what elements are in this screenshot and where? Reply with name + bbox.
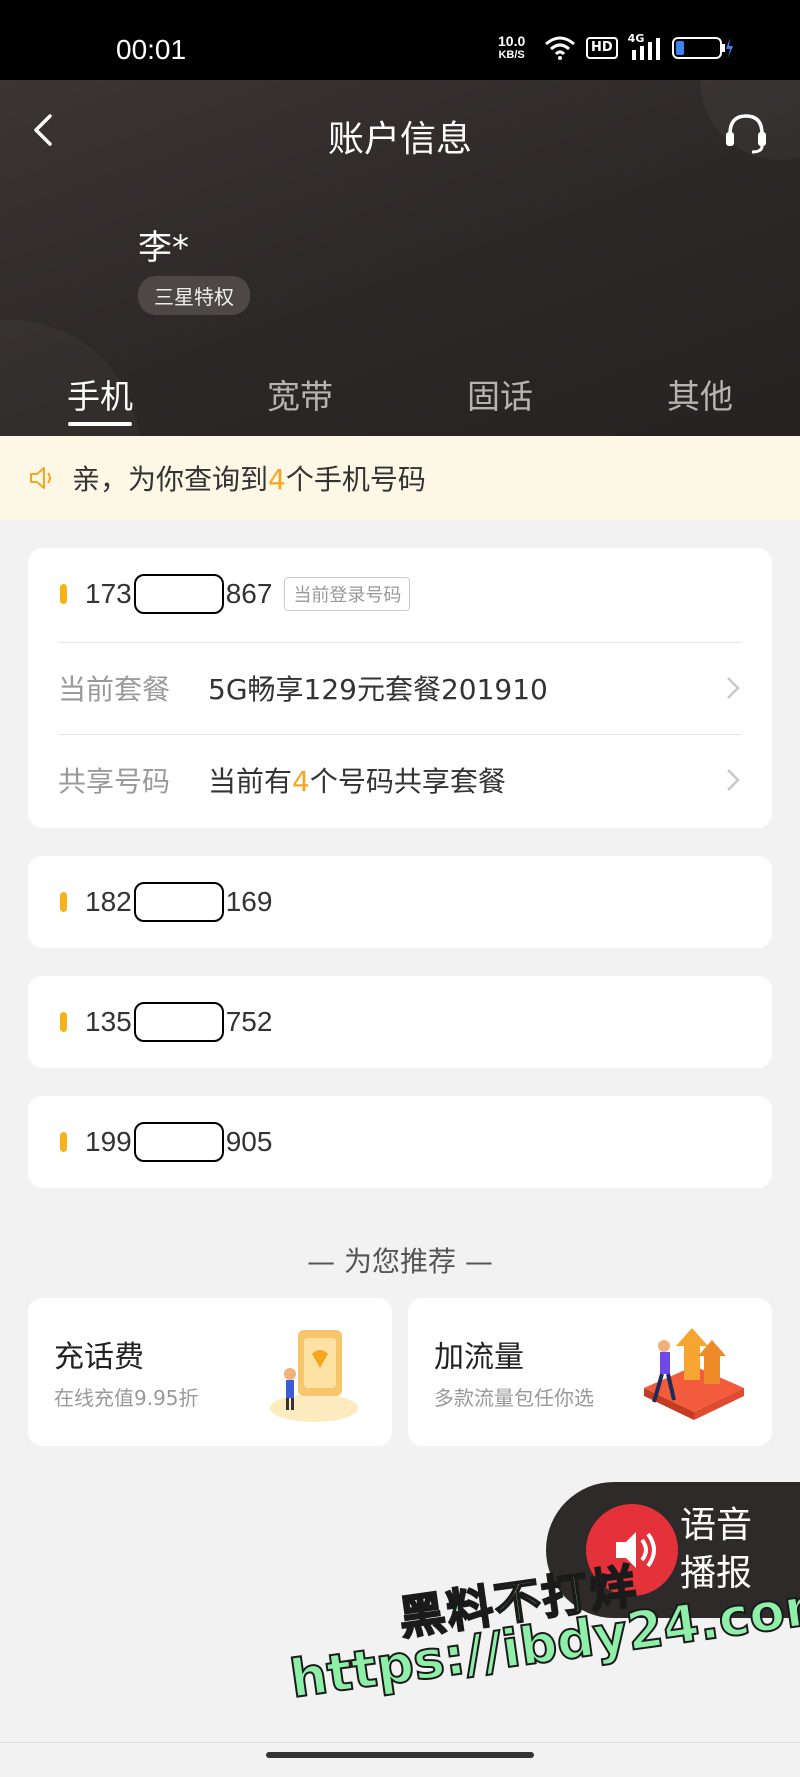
recharge-title: 充话费 xyxy=(54,1340,144,1375)
member-badge: 三星特权 xyxy=(138,276,250,315)
network-speed-value: 10.0 xyxy=(498,33,526,49)
shared-suffix: 个号码共享套餐 xyxy=(309,765,506,798)
data-pack-card[interactable]: 加流量 多款流量包任你选 xyxy=(408,1298,772,1446)
shared-count: 4 xyxy=(292,765,310,798)
phone-prefix: 173 xyxy=(85,578,132,609)
phone-number-row[interactable]: 173 867 当前登录号码 xyxy=(28,548,772,640)
signal-icon: 4G xyxy=(628,32,662,60)
tab-broadband[interactable]: 宽带 xyxy=(250,370,350,418)
phone-suffix: 169 xyxy=(225,886,273,917)
phone-number-row: 199 905 xyxy=(28,1096,772,1188)
tab-label: 手机 xyxy=(67,377,133,416)
redaction-mask xyxy=(133,882,224,922)
number-indicator xyxy=(60,584,67,604)
current-plan-row[interactable]: 当前套餐 5G畅享129元套餐201910 xyxy=(58,642,742,734)
status-bar: 00:01 10.0 KB/S HD 4G xyxy=(0,0,800,80)
notice-suffix: 个手机号码 xyxy=(285,463,426,496)
network-speed: 10.0 KB/S xyxy=(498,34,525,62)
tab-mobile[interactable]: 手机 xyxy=(50,370,150,426)
data-pack-title: 加流量 xyxy=(434,1340,524,1375)
data-pack-subtitle: 多款流量包任你选 xyxy=(434,1386,594,1410)
recharge-illustration-icon xyxy=(270,1330,358,1422)
chevron-right-icon xyxy=(727,677,740,699)
tab-label: 固话 xyxy=(467,377,533,416)
phone-suffix: 867 xyxy=(225,578,273,609)
phone-number: 199 905 xyxy=(85,1122,272,1162)
current-plan-label: 当前套餐 xyxy=(58,673,171,706)
phone-number: 182 169 xyxy=(85,882,272,922)
redaction-mask xyxy=(133,1122,224,1162)
wifi-icon xyxy=(545,36,575,60)
shared-prefix: 当前有 xyxy=(208,765,293,798)
phone-number: 135 752 xyxy=(85,1002,272,1042)
current-plan-value: 5G畅享129元套餐201910 xyxy=(208,673,548,706)
phone-number-row: 182 169 xyxy=(28,856,772,948)
number-card[interactable]: 182 169 xyxy=(28,856,772,948)
tab-label: 宽带 xyxy=(267,377,333,416)
account-header: 账户信息 李* 三星特权 手机 宽带 固话 其他 xyxy=(0,80,800,436)
home-indicator[interactable] xyxy=(266,1752,534,1758)
number-card[interactable]: 135 752 xyxy=(28,976,772,1068)
phone-suffix: 752 xyxy=(225,1006,273,1037)
category-tabs: 手机 宽带 固话 其他 xyxy=(0,370,800,430)
tab-landline[interactable]: 固话 xyxy=(450,370,550,418)
hd-icon: HD xyxy=(586,37,618,59)
status-icons: HD 4G xyxy=(544,32,734,60)
number-card[interactable]: 199 905 xyxy=(28,1096,772,1188)
redaction-mask xyxy=(133,1002,224,1042)
shared-numbers-label: 共享号码 xyxy=(58,765,171,798)
notice-count: 4 xyxy=(268,463,286,496)
redaction-mask xyxy=(133,574,224,614)
divider xyxy=(0,1742,800,1743)
notice-bar: 亲，为你查询到4个手机号码 xyxy=(0,436,800,520)
data-pack-illustration-icon xyxy=(644,1328,744,1420)
phone-suffix: 905 xyxy=(225,1126,273,1157)
customer-service-icon[interactable] xyxy=(722,110,770,154)
user-name: 李* xyxy=(138,228,189,268)
status-time: 00:01 xyxy=(116,34,187,65)
recharge-subtitle: 在线充值9.95折 xyxy=(54,1386,199,1410)
tab-label: 其他 xyxy=(667,377,733,416)
tab-active-indicator xyxy=(68,422,132,426)
recharge-card[interactable]: 充话费 在线充值9.95折 xyxy=(28,1298,392,1446)
phone-number: 173 867 xyxy=(85,574,272,614)
network-speed-unit: KB/S xyxy=(498,49,525,61)
notice-text: 亲，为你查询到4个手机号码 xyxy=(72,458,426,498)
recommend-title: — 为您推荐 — xyxy=(307,1245,493,1278)
phone-prefix: 199 xyxy=(85,1126,132,1157)
current-login-tag: 当前登录号码 xyxy=(284,577,411,611)
shared-numbers-value: 当前有4个号码共享套餐 xyxy=(208,760,724,800)
phone-prefix: 182 xyxy=(85,886,132,917)
number-indicator xyxy=(60,892,67,912)
speaker-icon xyxy=(30,467,51,489)
chevron-right-icon xyxy=(727,769,740,791)
shared-numbers-row[interactable]: 共享号码 当前有4个号码共享套餐 xyxy=(58,734,742,826)
tab-other[interactable]: 其他 xyxy=(650,370,750,418)
phone-number-row: 135 752 xyxy=(28,976,772,1068)
number-indicator xyxy=(60,1012,67,1032)
number-card-current: 173 867 当前登录号码 当前套餐 5G畅享129元套餐201910 共享号… xyxy=(28,548,772,828)
page-title: 账户信息 xyxy=(327,119,472,160)
phone-prefix: 135 xyxy=(85,1006,132,1037)
notice-prefix: 亲，为你查询到 xyxy=(72,463,269,496)
battery-icon xyxy=(671,37,733,59)
number-indicator xyxy=(60,1132,67,1152)
